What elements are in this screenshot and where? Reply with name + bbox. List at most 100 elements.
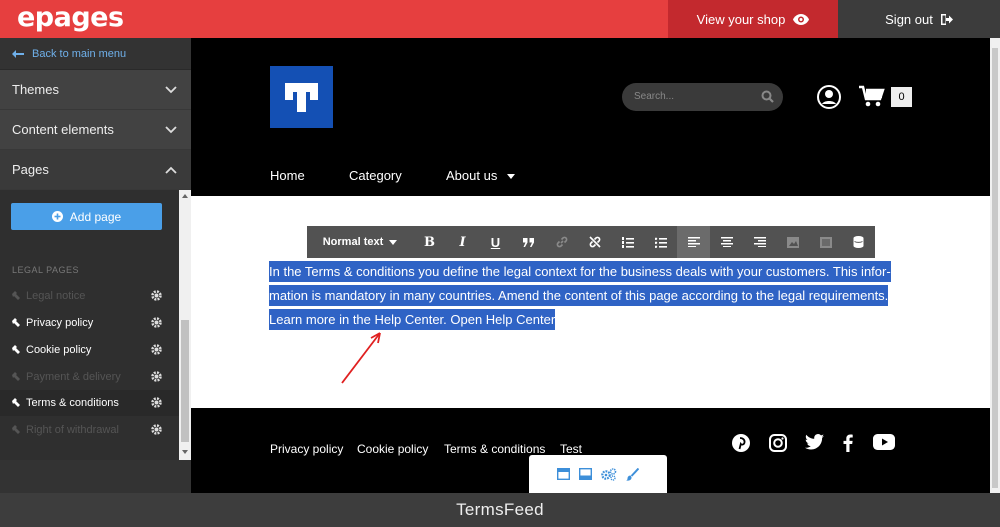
hammer-icon bbox=[12, 398, 20, 407]
back-to-main-menu[interactable]: Back to main menu bbox=[0, 38, 191, 70]
cart-icon[interactable] bbox=[859, 85, 885, 107]
align-left-button[interactable] bbox=[677, 226, 710, 258]
ordered-list-button[interactable] bbox=[611, 226, 644, 258]
brush-icon[interactable] bbox=[626, 467, 639, 481]
text-line[interactable]: Learn more in the Help Center. Open Help… bbox=[269, 309, 556, 330]
search-input[interactable]: Search... bbox=[634, 91, 674, 102]
shop-logo[interactable] bbox=[270, 66, 333, 128]
bold-button[interactable]: B bbox=[413, 226, 446, 258]
sign-out-label: Sign out bbox=[885, 11, 933, 27]
sidebar-scrollbar[interactable] bbox=[179, 190, 191, 460]
insert-media-button[interactable] bbox=[809, 226, 842, 258]
underline-icon: U bbox=[490, 234, 501, 250]
bullet-list-button[interactable] bbox=[644, 226, 677, 258]
text-line[interactable]: In the Terms & conditions you define the… bbox=[269, 261, 891, 282]
ordered-list-icon bbox=[621, 236, 634, 248]
bold-icon: B bbox=[424, 234, 435, 250]
accordion-label: Themes bbox=[12, 82, 59, 97]
database-icon bbox=[853, 236, 864, 248]
gear-icon[interactable] bbox=[151, 344, 162, 355]
unlink-button[interactable] bbox=[578, 226, 611, 258]
align-center-icon bbox=[720, 237, 733, 247]
scroll-down-arrow[interactable] bbox=[182, 450, 188, 454]
hammer-icon bbox=[12, 372, 20, 381]
bullet-list-icon bbox=[654, 237, 667, 248]
watermark-bar: TermsFeed bbox=[0, 493, 1000, 527]
blockquote-button[interactable] bbox=[512, 226, 545, 258]
pinterest-icon[interactable] bbox=[732, 434, 750, 452]
layout-footer-icon[interactable] bbox=[579, 468, 592, 480]
caret-down-icon[interactable] bbox=[507, 174, 515, 179]
image-icon bbox=[786, 236, 799, 248]
accordion-content-elements[interactable]: Content elements bbox=[0, 110, 191, 150]
legal-page-item[interactable]: Cookie policy bbox=[0, 337, 179, 363]
quote-icon bbox=[523, 237, 534, 247]
scrollbar-thumb[interactable] bbox=[992, 48, 998, 488]
youtube-icon[interactable] bbox=[873, 434, 895, 450]
preview-scrollbar[interactable] bbox=[990, 38, 1000, 493]
legal-page-label: Legal notice bbox=[26, 290, 86, 302]
media-icon bbox=[819, 236, 832, 248]
footer-link-test[interactable]: Test bbox=[560, 442, 582, 456]
legal-page-label: Terms & conditions bbox=[26, 397, 119, 409]
unlink-icon bbox=[588, 236, 601, 248]
settings-gears-icon[interactable] bbox=[601, 467, 617, 481]
sign-out-button[interactable]: Sign out bbox=[838, 0, 1000, 38]
accordion-label: Pages bbox=[12, 162, 49, 177]
hammer-icon bbox=[12, 345, 20, 354]
legal-page-label: Payment & delivery bbox=[26, 371, 121, 383]
footer-link-cookie[interactable]: Cookie policy bbox=[357, 442, 428, 456]
legal-page-label: Right of withdrawal bbox=[26, 424, 119, 436]
accordion-pages[interactable]: Pages bbox=[0, 150, 191, 190]
legal-page-item[interactable]: Legal notice bbox=[0, 283, 179, 309]
accordion-themes[interactable]: Themes bbox=[0, 70, 191, 110]
caret-down-icon bbox=[389, 239, 398, 245]
insert-image-button[interactable] bbox=[776, 226, 809, 258]
underline-button[interactable]: U bbox=[479, 226, 512, 258]
view-shop-button[interactable]: View your shop bbox=[668, 0, 838, 38]
italic-button[interactable]: I bbox=[446, 226, 479, 258]
epages-logo[interactable]: epages bbox=[17, 2, 124, 33]
scroll-up-arrow[interactable] bbox=[182, 194, 188, 198]
gear-icon[interactable] bbox=[151, 424, 162, 435]
shop-search-box[interactable]: Search... bbox=[622, 83, 783, 111]
facebook-icon[interactable] bbox=[843, 434, 853, 452]
gear-icon[interactable] bbox=[151, 371, 162, 382]
legal-page-item[interactable]: Payment & delivery bbox=[0, 364, 179, 390]
shop-header: Search... 0 Home Category About us bbox=[191, 38, 990, 196]
nav-about-us[interactable]: About us bbox=[446, 168, 497, 183]
add-page-button[interactable]: Add page bbox=[11, 203, 162, 230]
gear-icon[interactable] bbox=[151, 317, 162, 328]
legal-page-item[interactable]: Right of withdrawal bbox=[0, 417, 179, 443]
scrollbar-thumb[interactable] bbox=[181, 320, 189, 442]
legal-page-item[interactable]: Privacy policy bbox=[0, 310, 179, 336]
align-right-button[interactable] bbox=[743, 226, 776, 258]
plus-circle-icon bbox=[51, 211, 63, 222]
selected-page-text[interactable]: In the Terms & conditions you define the… bbox=[269, 260, 919, 332]
chevron-down-icon bbox=[165, 85, 177, 93]
eye-icon bbox=[793, 13, 810, 25]
footer-link-terms[interactable]: Terms & conditions bbox=[444, 442, 545, 456]
instagram-icon[interactable] bbox=[769, 434, 787, 452]
nav-category[interactable]: Category bbox=[349, 168, 402, 183]
watermark-text: TermsFeed bbox=[456, 500, 544, 519]
nav-home[interactable]: Home bbox=[270, 168, 305, 183]
layout-header-icon[interactable] bbox=[557, 468, 570, 480]
legal-page-item-active[interactable]: Terms & conditions bbox=[0, 390, 179, 416]
search-icon[interactable] bbox=[761, 90, 774, 103]
gear-icon[interactable] bbox=[151, 397, 162, 408]
source-code-button[interactable] bbox=[842, 226, 875, 258]
shop-logo-mark bbox=[285, 83, 318, 112]
link-icon bbox=[556, 236, 567, 248]
text-format-dropdown[interactable]: Normal text bbox=[307, 226, 413, 258]
footer-link-privacy[interactable]: Privacy policy bbox=[270, 442, 343, 456]
add-page-label: Add page bbox=[69, 209, 122, 224]
text-line[interactable]: mation is mandatory in many countries. A… bbox=[269, 285, 889, 306]
gear-icon[interactable] bbox=[151, 290, 162, 301]
chevron-up-icon bbox=[165, 166, 177, 174]
align-right-icon bbox=[753, 237, 766, 247]
twitter-icon[interactable] bbox=[805, 434, 824, 450]
user-icon[interactable] bbox=[817, 85, 841, 109]
link-button[interactable] bbox=[545, 226, 578, 258]
align-center-button[interactable] bbox=[710, 226, 743, 258]
